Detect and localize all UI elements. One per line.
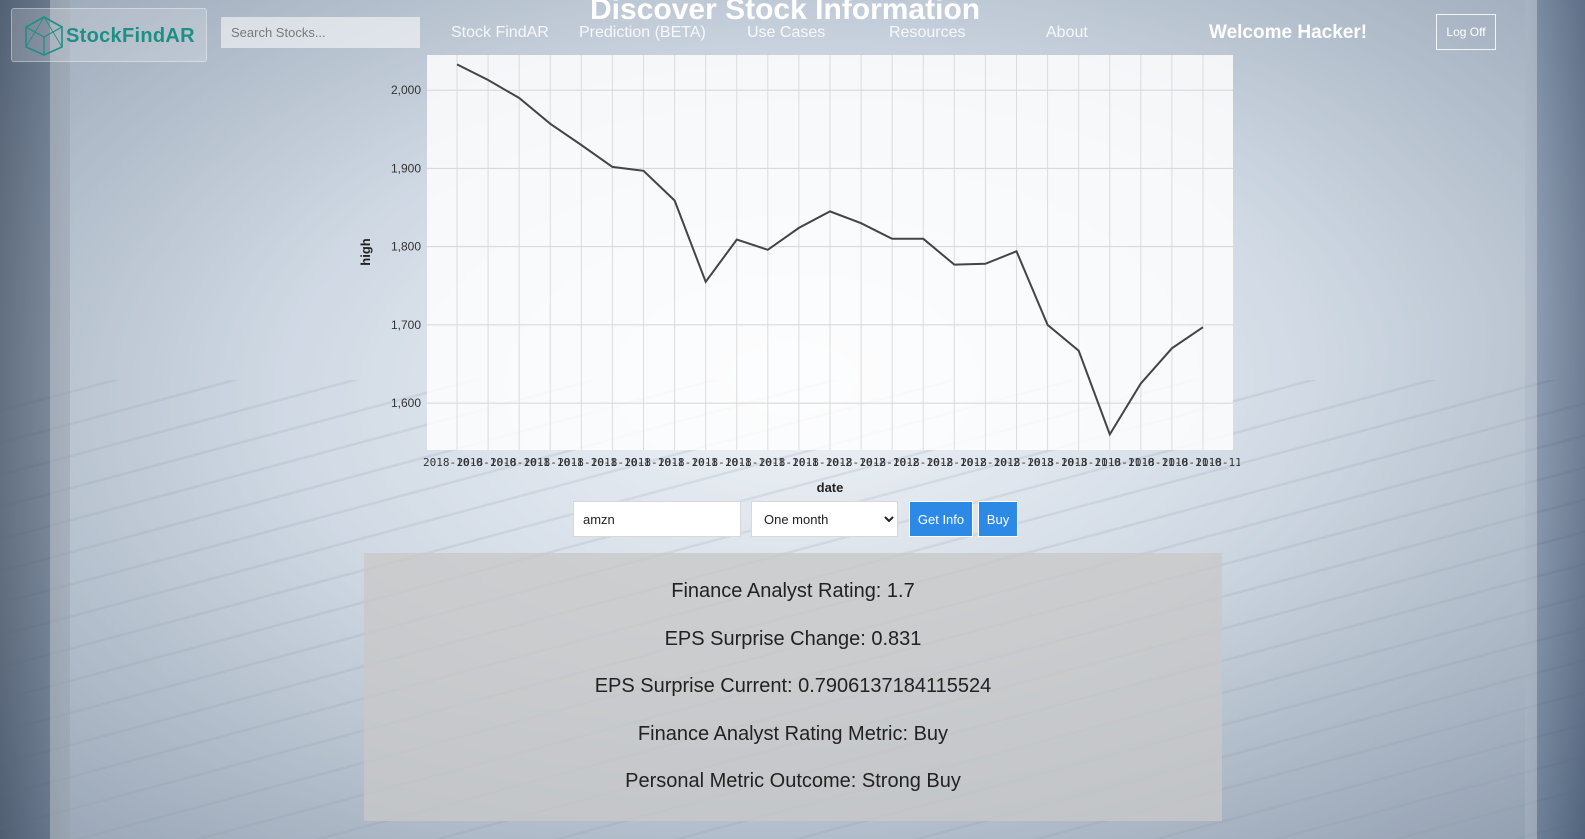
y-tick-label: 1,700 bbox=[391, 318, 421, 332]
y-tick-label: 1,800 bbox=[391, 240, 421, 254]
y-tick-label: 1,600 bbox=[391, 396, 421, 410]
page-title: Discover Stock Information bbox=[590, 0, 981, 26]
nav-prediction[interactable]: Prediction (BETA) bbox=[579, 24, 706, 42]
personal-metric-outcome: Personal Metric Outcome: Strong Buy bbox=[625, 770, 961, 792]
y-tick-label: 2,000 bbox=[391, 83, 421, 97]
search-input[interactable] bbox=[221, 17, 420, 48]
logoff-button[interactable]: Log Off bbox=[1436, 14, 1496, 50]
nav-resources[interactable]: Resources bbox=[889, 24, 965, 42]
nav-stock-findar[interactable]: Stock FindAR bbox=[451, 24, 549, 42]
analyst-rating: Finance Analyst Rating: 1.7 bbox=[671, 580, 915, 602]
nav-use-cases[interactable]: Use Cases bbox=[747, 24, 825, 42]
price-chart[interactable]: 1,6001,7001,8001,9002,000 2018-10-02018-… bbox=[355, 50, 1240, 500]
get-info-button[interactable]: Get Info bbox=[909, 501, 973, 537]
brand-name: StockFindAR bbox=[66, 25, 195, 47]
buy-button[interactable]: Buy bbox=[978, 501, 1018, 537]
x-tick-label: 2018-11-0 bbox=[1195, 456, 1240, 469]
ticker-input[interactable] bbox=[573, 501, 741, 537]
nav-about[interactable]: About bbox=[1046, 24, 1088, 42]
eps-surprise-change: EPS Surprise Change: 0.831 bbox=[664, 628, 922, 650]
y-tick-label: 1,900 bbox=[391, 161, 421, 175]
y-axis-title: high bbox=[358, 238, 373, 265]
stock-info-panel: Finance Analyst Rating: 1.7 EPS Surprise… bbox=[364, 553, 1222, 821]
eps-surprise-current: EPS Surprise Current: 0.7906137184115524 bbox=[594, 675, 992, 697]
welcome-message: Welcome Hacker! bbox=[1209, 22, 1368, 43]
brand-logo[interactable]: StockFindAR bbox=[11, 8, 207, 62]
range-select[interactable]: One month bbox=[751, 501, 898, 537]
x-axis-title: date bbox=[817, 480, 844, 495]
analyst-rating-metric: Finance Analyst Rating Metric: Buy bbox=[637, 723, 949, 745]
cube-logo-icon bbox=[25, 16, 63, 56]
